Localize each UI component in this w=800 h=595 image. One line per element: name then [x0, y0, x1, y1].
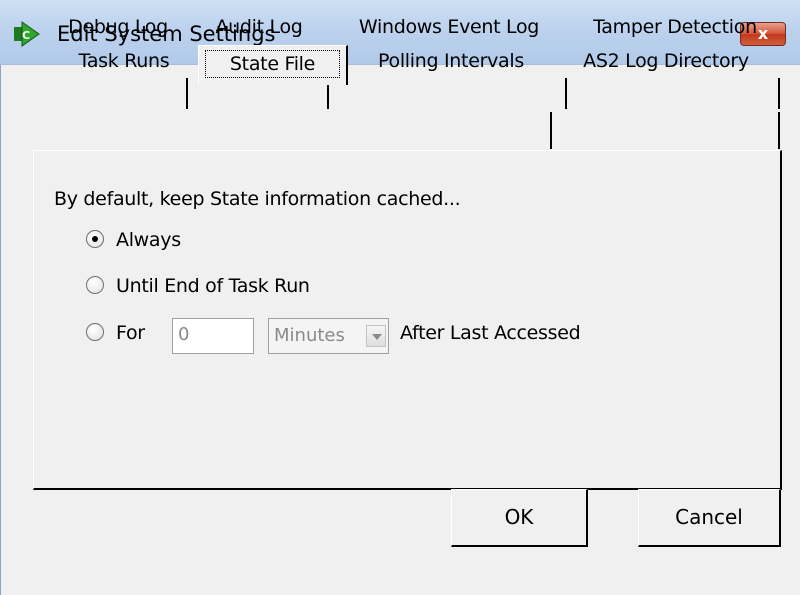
tab-separator [778, 112, 780, 149]
unit-select-value: Minutes [274, 325, 345, 346]
radio-until-end-label[interactable]: Until End of Task Run [116, 273, 310, 299]
radio-selected-dot [92, 236, 98, 242]
after-last-accessed-label: After Last Accessed [400, 322, 581, 344]
tab-state-file-label: State File [205, 50, 340, 78]
tab-task-runs[interactable]: Task Runs [54, 46, 194, 78]
radio-for[interactable] [86, 323, 104, 341]
tab-separator [565, 78, 567, 109]
tab-separator [778, 78, 780, 109]
tab-debug-log[interactable]: Debug Log [54, 12, 182, 44]
tab-polling-intervals[interactable]: Polling Intervals [355, 46, 547, 78]
tab-tamper-detection[interactable]: Tamper Detection [575, 12, 775, 44]
unit-select[interactable]: Minutes [268, 318, 389, 354]
panel-intro-text: By default, keep State information cache… [54, 188, 461, 210]
dialog-window: C Edit System Settings x Debug Log Audit… [0, 0, 800, 595]
radio-always-label[interactable]: Always [116, 227, 181, 253]
tab-separator [550, 112, 552, 149]
tab-windows-event-log[interactable]: Windows Event Log [336, 12, 562, 44]
cancel-button[interactable]: Cancel [638, 489, 781, 547]
tab-as2-log-directory[interactable]: AS2 Log Directory [560, 46, 772, 78]
app-arrow-icon: C [14, 21, 40, 47]
tab-separator [186, 78, 188, 109]
chevron-down-icon[interactable] [366, 325, 386, 347]
tab-audit-log[interactable]: Audit Log [200, 12, 318, 44]
tab-state-file[interactable]: State File [198, 45, 348, 85]
radio-until-end[interactable] [86, 276, 104, 294]
svg-text:C: C [22, 29, 30, 42]
radio-for-label[interactable]: For [116, 320, 145, 346]
duration-input[interactable]: 0 [172, 318, 254, 354]
ok-button[interactable]: OK [451, 489, 588, 547]
radio-always[interactable] [86, 230, 104, 248]
